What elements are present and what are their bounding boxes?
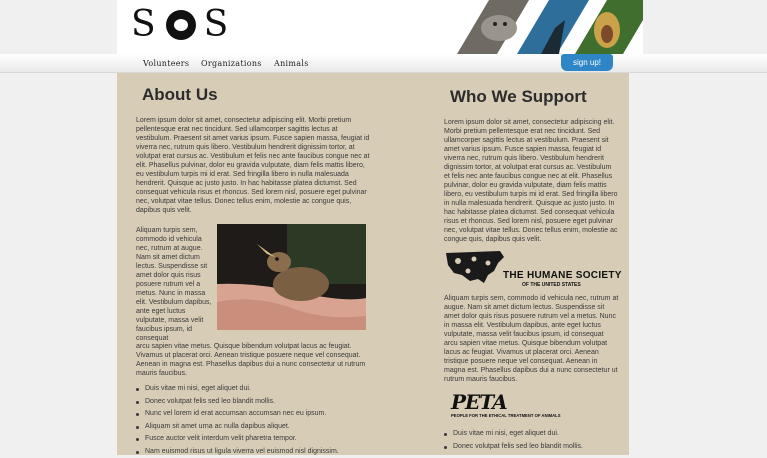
peta-subtitle: PEOPLE FOR THE ETHICAL TREATMENT OF ANIM… [451,413,561,418]
about-paragraph: Lorem ipsum dolor sit amet, consectetur … [136,116,374,215]
header-animal-photos [457,0,643,54]
about-paragraph-rest: arcu sapien vitae metus. Quisque bibendu… [136,342,374,378]
support-paragraph-2: Aliquam turpis sem, commodo id vehicula … [444,294,619,384]
nav-animals[interactable]: Animals [274,59,309,68]
list-item: Duis vitae mi nisi, eget aliquet dui. [136,383,374,396]
list-item: Fusce auctor velit interdum velit pharet… [136,433,374,446]
nav-organizations[interactable]: Organizations [201,59,262,68]
peta-logo[interactable]: PETA [451,390,507,414]
humane-society-name: THE HUMANE SOCIETY [503,270,622,281]
support-bullet-list: Duis vitae mi nisi, eget aliquet dui. Do… [444,428,619,453]
list-item: Nam euismod risus ut ligula viverra vel … [136,446,374,458]
humane-society-subtitle: OF THE UNITED STATES [522,282,581,288]
main-nav: Volunteers Organizations Animals [0,54,767,73]
list-item: Duis vitae mi nisi, eget aliquet dui. [444,428,619,441]
list-item: Aliquam sit amet urna ac nulla dapibus a… [136,421,374,434]
list-item: Nunc vel lorem id erat accumsan accumsan… [136,408,374,421]
logo-letter-s: S [131,4,158,45]
us-map-animals-icon [446,251,504,283]
list-item: Donec volutpat felis sed leo blandit mol… [136,396,374,409]
logo-letter-s: S [204,4,231,45]
support-paragraph: Lorem ipsum dolor sit amet, consectetur … [444,118,619,244]
signup-button[interactable]: sign up! [561,54,613,71]
site-logo[interactable]: SS [131,4,230,45]
list-item: Donec volutpat felis sed leo blandit mol… [444,441,619,454]
nav-volunteers[interactable]: Volunteers [143,59,189,68]
baby-bird-photo [217,224,366,330]
logo-seal-icon [166,10,196,40]
about-title: About Us [142,85,218,105]
support-title: Who We Support [450,87,587,107]
about-bullet-list: Duis vitae mi nisi, eget aliquet dui. Do… [136,383,374,458]
about-paragraph-wrap: Aliquam turpis sem, commodo id vehicula … [136,226,214,343]
